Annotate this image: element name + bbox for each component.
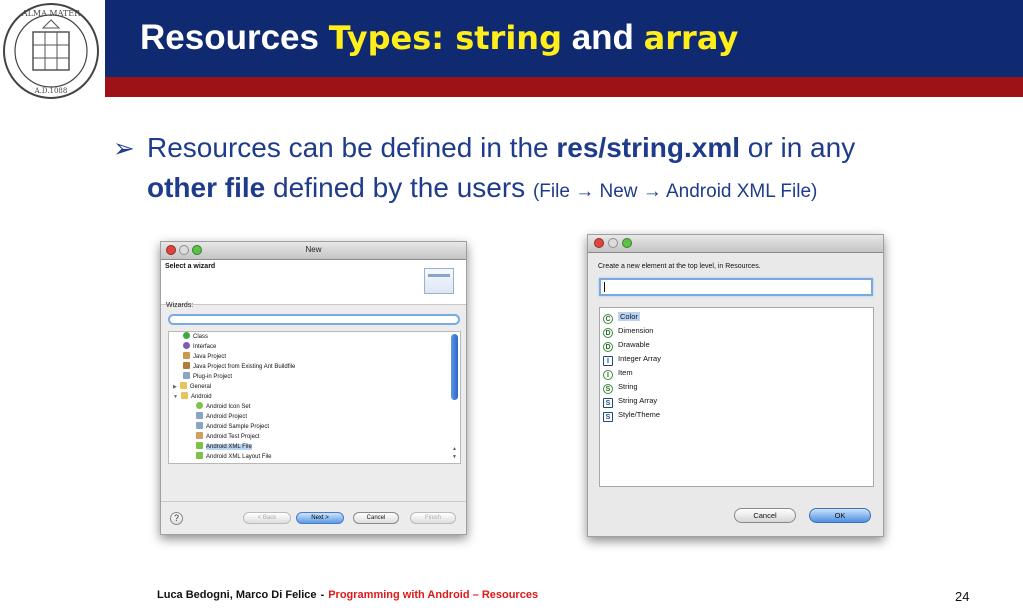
tree-item-android[interactable]: ▼ Android	[173, 392, 212, 402]
tree-item-class[interactable]: Class	[183, 332, 208, 342]
slide-title: Resources Types: string and array	[140, 18, 739, 57]
bullet-text: Resources can be defined in the res/stri…	[147, 132, 856, 203]
android-test-icon	[196, 432, 203, 439]
list-item-string[interactable]: S String	[603, 380, 638, 394]
tree-item-general[interactable]: ▶ General	[173, 382, 211, 392]
collapse-arrow-icon[interactable]: ▼	[173, 394, 178, 400]
tree-item-android-xml-layout[interactable]: Android XML Layout File	[196, 452, 271, 462]
scroll-down-icon[interactable]: ▼	[452, 454, 457, 460]
element-type-list[interactable]: C Color D Dimension D Drawable I Integer Arr…	[599, 307, 874, 487]
dialog-prompt: Create a new element at the top level, i…	[598, 263, 761, 270]
tree-item-android-xml-file[interactable]: Android XML File	[196, 442, 252, 452]
item-icon: I	[603, 370, 613, 380]
tree-item-android-sample[interactable]: Android Sample Project	[196, 422, 269, 432]
string-array-icon: S	[603, 398, 613, 408]
plugin-icon	[183, 372, 190, 379]
class-icon	[183, 332, 190, 339]
tree-item-plugin-project[interactable]: Plug-in Project	[183, 372, 232, 382]
list-item-dimension[interactable]: D Dimension	[603, 324, 653, 338]
tree-item-android-icon-set[interactable]: Android Icon Set	[196, 402, 250, 412]
tree-item-android-project[interactable]: Android Project	[196, 412, 247, 422]
slide-header: ALMA MATER A.D.1088 Resources Types: str…	[0, 0, 1023, 102]
drawable-icon: D	[603, 342, 613, 352]
text-cursor	[604, 282, 605, 292]
tree-item-java-project[interactable]: Java Project	[183, 352, 226, 362]
wizard-header: Select a wizard	[161, 260, 466, 305]
list-item-item[interactable]: I Item	[603, 366, 633, 380]
color-icon: C	[603, 314, 613, 324]
expand-arrow-icon[interactable]: ▶	[173, 384, 177, 390]
finish-button[interactable]: Finish	[410, 512, 456, 524]
wizard-titlebar: New	[161, 242, 466, 260]
list-item-color[interactable]: C Color	[603, 310, 640, 324]
next-button[interactable]: Next >	[296, 512, 344, 524]
android-icon	[196, 402, 203, 409]
wizard-window-title: New	[305, 245, 322, 254]
footer-dash: -	[320, 589, 325, 601]
wizard-tree[interactable]: Class Interface Java Project Java Projec…	[168, 331, 461, 464]
folder-icon	[179, 382, 187, 389]
list-item-string-array[interactable]: S String Array	[603, 394, 657, 408]
tree-item-interface[interactable]: Interface	[183, 342, 216, 352]
interface-icon	[183, 342, 190, 349]
scrollbar-thumb[interactable]	[451, 334, 458, 400]
xml-layout-icon	[196, 452, 203, 459]
tree-scrollbar[interactable]: ▲ ▼	[451, 334, 459, 462]
android-project-icon	[196, 412, 203, 419]
bullet-arrow-icon: ➢	[113, 133, 135, 163]
style-theme-icon: S	[603, 412, 613, 422]
zoom-icon[interactable]	[622, 238, 632, 248]
scroll-up-icon[interactable]: ▲	[452, 446, 457, 452]
dialog-titlebar	[588, 235, 883, 253]
wizards-label: Wizards:	[166, 302, 194, 309]
bullet-point: ➢ Resources can be defined in the res/st…	[113, 128, 993, 212]
wizard-filter-input[interactable]	[168, 314, 460, 325]
ant-icon	[183, 362, 190, 369]
new-wizard-window: New Select a wizard Wizards: Class Inter…	[160, 241, 467, 535]
wizard-banner-icon	[424, 268, 454, 294]
cancel-button[interactable]: Cancel	[353, 512, 399, 524]
integer-array-icon: I	[603, 356, 613, 366]
android-sample-icon	[196, 422, 203, 429]
list-item-drawable[interactable]: D Drawable	[603, 338, 650, 352]
tree-item-ant-project[interactable]: Java Project from Existing Ant Buildfile	[183, 362, 295, 372]
svg-text:ALMA MATER: ALMA MATER	[21, 9, 81, 18]
slide-footer: Luca Bedogni, Marco Di Felice - Programmin…	[157, 589, 538, 601]
ok-button[interactable]: OK	[809, 508, 871, 523]
list-item-style-theme[interactable]: S Style/Theme	[603, 408, 660, 422]
cancel-button[interactable]: Cancel	[734, 508, 796, 523]
footer-course: Programming with Android – Resources	[328, 589, 539, 601]
university-seal-logo: ALMA MATER A.D.1088	[0, 0, 105, 102]
back-button[interactable]: < Back	[243, 512, 291, 524]
wizard-heading: Select a wizard	[165, 263, 216, 270]
wizard-footer-divider	[161, 501, 466, 502]
string-icon: S	[603, 384, 613, 394]
help-icon[interactable]: ?	[170, 512, 183, 525]
header-red-band	[105, 77, 1023, 97]
project-icon	[183, 352, 190, 359]
svg-text:A.D.1088: A.D.1088	[34, 87, 68, 95]
new-element-dialog: Create a new element at the top level, i…	[587, 234, 884, 537]
list-item-integer-array[interactable]: I Integer Array	[603, 352, 661, 366]
close-icon[interactable]	[594, 238, 604, 248]
xml-file-icon	[196, 442, 203, 449]
element-filter-input[interactable]	[599, 278, 873, 296]
footer-authors: Luca Bedogni, Marco Di Felice	[157, 589, 317, 601]
folder-icon	[180, 392, 188, 399]
minimize-icon[interactable]	[608, 238, 618, 248]
dimension-icon: D	[603, 328, 613, 338]
page-number: 24	[955, 589, 970, 604]
tree-item-android-test[interactable]: Android Test Project	[196, 432, 260, 442]
